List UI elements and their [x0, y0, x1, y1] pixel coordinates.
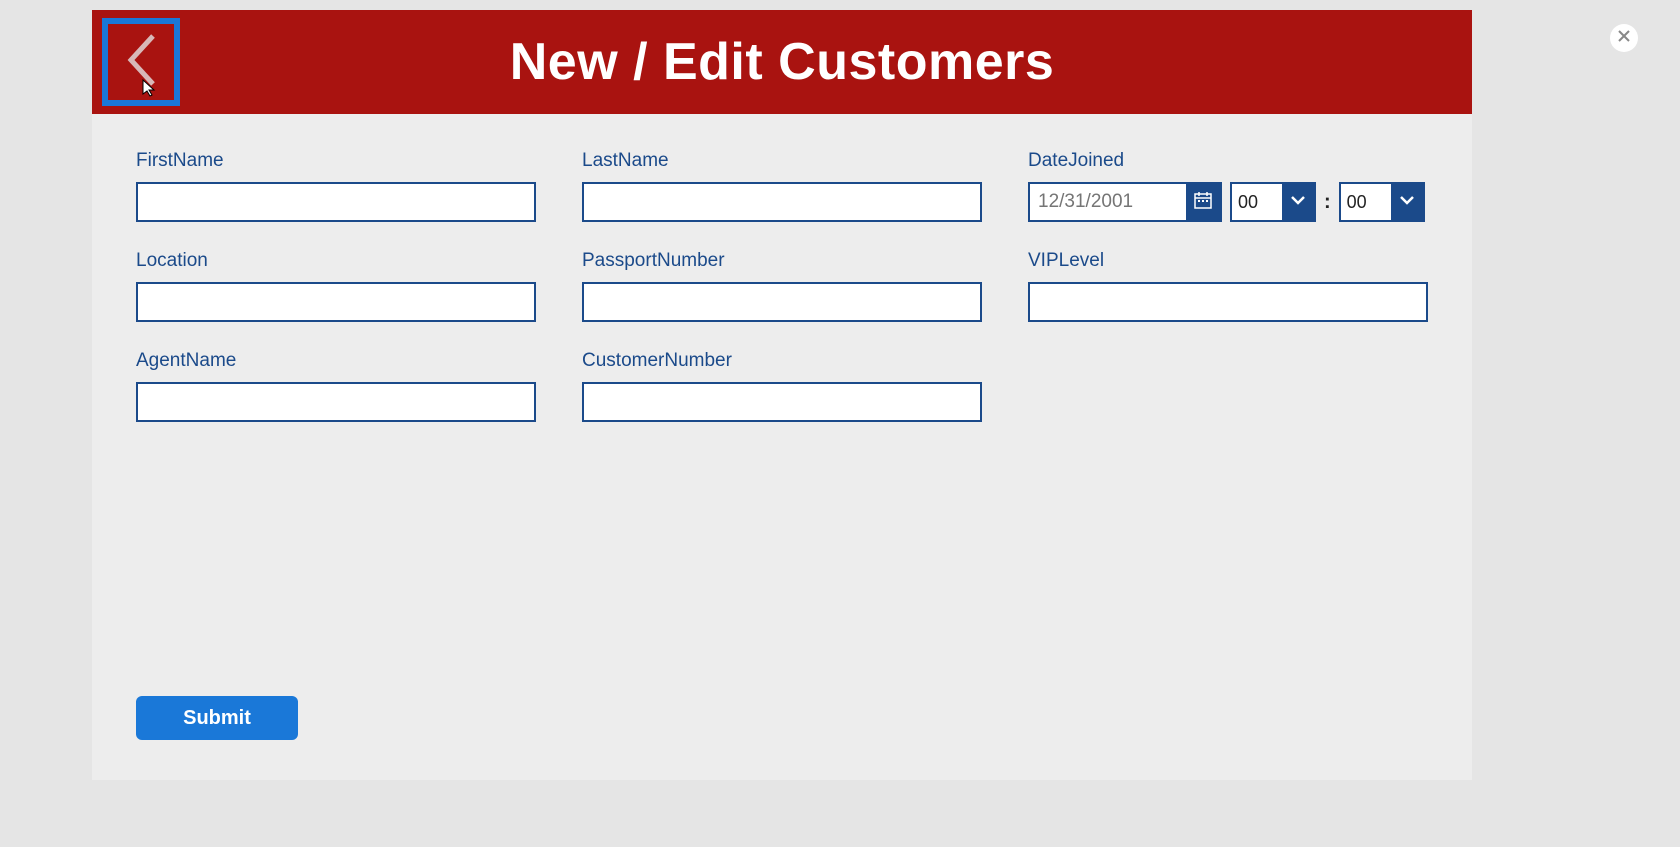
field-date-joined: DateJoined 00 [1028, 150, 1428, 222]
chevron-down-icon [1399, 193, 1415, 211]
first-name-input[interactable] [136, 182, 536, 222]
field-first-name: FirstName [136, 150, 536, 222]
time-separator: : [1324, 191, 1331, 214]
date-input-wrap [1028, 182, 1222, 222]
field-vip-level: VIPLevel [1028, 250, 1428, 322]
agent-name-input[interactable] [136, 382, 536, 422]
last-name-input[interactable] [582, 182, 982, 222]
customer-number-label: CustomerNumber [582, 350, 982, 372]
field-passport-number: PassportNumber [582, 250, 982, 322]
vip-level-label: VIPLevel [1028, 250, 1428, 272]
hour-dropdown-button[interactable] [1282, 184, 1314, 220]
cursor-icon [140, 78, 158, 103]
header: New / Edit Customers [92, 10, 1472, 114]
hour-select[interactable]: 00 [1230, 182, 1316, 222]
close-icon [1617, 29, 1631, 48]
date-joined-row: 00 : 00 [1028, 182, 1428, 222]
minute-value: 00 [1341, 184, 1391, 220]
calendar-icon [1194, 191, 1212, 214]
location-input[interactable] [136, 282, 536, 322]
date-joined-input[interactable] [1030, 184, 1186, 220]
calendar-button[interactable] [1186, 184, 1220, 220]
submit-button[interactable]: Submit [136, 696, 298, 740]
first-name-label: FirstName [136, 150, 536, 172]
passport-number-label: PassportNumber [582, 250, 982, 272]
field-location: Location [136, 250, 536, 322]
page-title: New / Edit Customers [510, 32, 1055, 92]
hour-value: 00 [1232, 184, 1282, 220]
vip-level-input[interactable] [1028, 282, 1428, 322]
minute-select[interactable]: 00 [1339, 182, 1425, 222]
minute-dropdown-button[interactable] [1391, 184, 1423, 220]
form-container: New / Edit Customers FirstName LastName … [92, 10, 1472, 780]
customer-number-input[interactable] [582, 382, 982, 422]
last-name-label: LastName [582, 150, 982, 172]
field-agent-name: AgentName [136, 350, 536, 422]
chevron-down-icon [1290, 193, 1306, 211]
submit-area: Submit [136, 696, 298, 740]
field-customer-number: CustomerNumber [582, 350, 982, 422]
close-button[interactable] [1610, 24, 1638, 52]
date-joined-label: DateJoined [1028, 150, 1428, 172]
passport-number-input[interactable] [582, 282, 982, 322]
form-area: FirstName LastName DateJoined 00 [92, 114, 1472, 442]
field-last-name: LastName [582, 150, 982, 222]
location-label: Location [136, 250, 536, 272]
agent-name-label: AgentName [136, 350, 536, 372]
